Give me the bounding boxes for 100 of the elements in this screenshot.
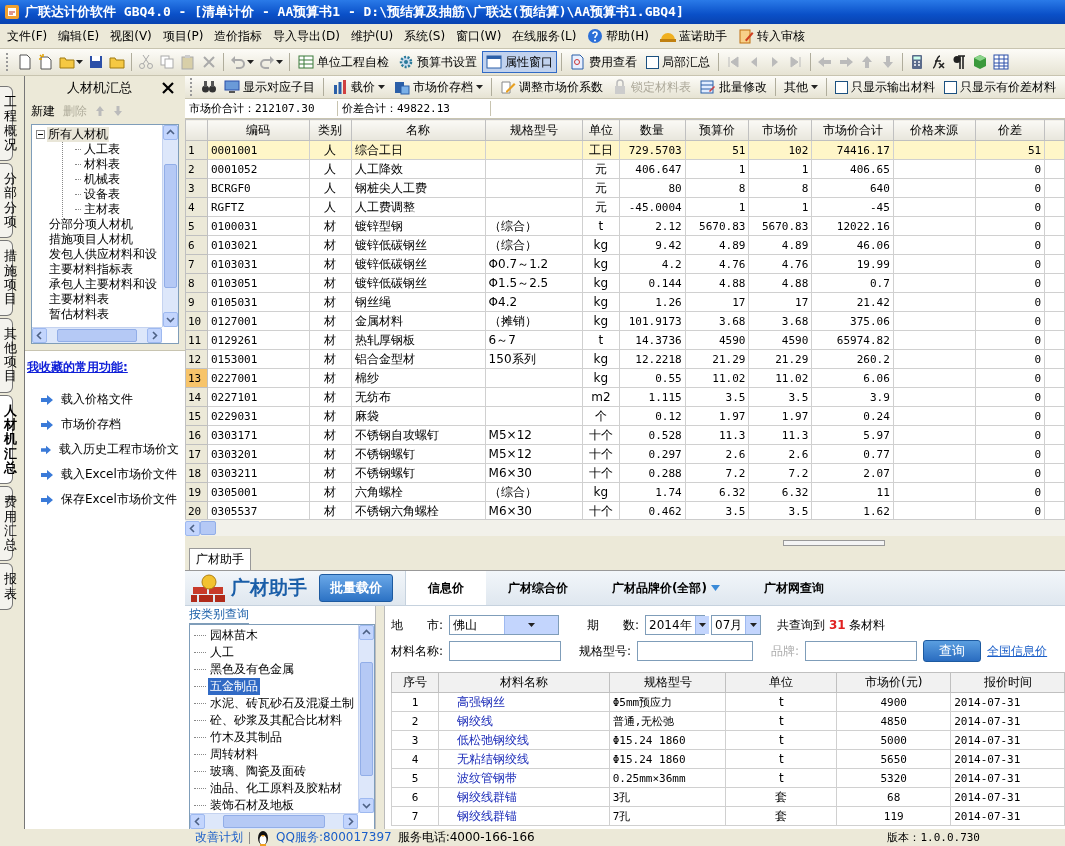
table-row[interactable]: 1 0001001 人 综合工日 工日 729.5703 51 102 74416.17 51 [185,140,1065,160]
scroll-up-icon[interactable] [166,128,175,137]
category-item[interactable]: 砼、砂浆及其配合比材料 [194,712,358,729]
menu-item[interactable]: 窗口(W) [451,25,507,47]
favorite-link[interactable]: 载入价格文件 [27,390,185,409]
improve-link[interactable]: 改善计划 [195,829,243,846]
toolbar-button[interactable]: 费用查看 [566,51,641,73]
toolbar-button[interactable]: 批量修改 [696,76,771,98]
table-row[interactable]: 7 0103031 材 镀锌低碳钢丝 Φ0.7～1.2 kg 4.2 4.76 4.76 19.99 0 [185,254,1065,274]
menu-item[interactable]: 导入导出(D) [268,25,345,47]
page-icon[interactable] [17,54,33,70]
tree-item[interactable]: 主要材料指标表 [48,262,134,277]
tab[interactable]: 广材品牌价(全部) [590,571,742,605]
tree-item[interactable]: 设备表 [83,187,121,202]
category-item[interactable]: 装饰石材及地板 [194,797,358,813]
scroll-down-icon[interactable] [166,315,175,324]
category-item[interactable]: 玻璃、陶瓷及面砖 [194,763,358,780]
folder-icon[interactable] [109,54,125,70]
checkbox[interactable]: 局部汇总 [642,51,714,73]
caret-icon[interactable] [749,623,757,627]
column-header[interactable]: 单位 [725,672,837,693]
menu-item[interactable]: 编辑(E) [53,25,105,47]
up-icon[interactable] [95,105,105,117]
caret-icon[interactable] [378,85,385,89]
caret-icon[interactable] [476,85,483,89]
down-icon[interactable] [113,105,123,117]
scrollbar-thumb[interactable] [57,329,137,342]
favorite-link[interactable]: 载入历史工程市场价文 [27,440,185,459]
tree-item[interactable]: 材料表 [83,157,121,172]
tree-item[interactable]: 主要材料表 [48,292,110,307]
menu-item[interactable]: 维护(U) [346,25,399,47]
favorite-link[interactable]: 保存Excel市场价文件 [27,490,185,509]
search-button[interactable]: 查询 [923,640,982,662]
column-header[interactable]: 市场价(元) [836,672,951,693]
checkbox[interactable]: 只显示输出材料 [831,76,939,98]
column-header[interactable]: 数量 [619,119,686,141]
caret-icon[interactable] [76,60,83,64]
scissors-icon[interactable] [138,54,154,70]
scrollbar-thumb[interactable] [360,661,373,777]
caret-icon[interactable] [247,60,254,64]
column-header[interactable]: 类别 [309,119,352,141]
toolbar-button[interactable]: 显示对应子目 [220,76,319,98]
table-row[interactable]: 12 0153001 材 铝合金型材 150系列 kg 12.2218 21.29 21.29 260.2 0 [185,349,1065,369]
scrollbar[interactable] [358,625,374,813]
material-link[interactable]: 钢绞线 [438,711,610,731]
scroll-left-icon[interactable] [35,331,44,340]
column-header[interactable]: 预算价 [685,119,749,141]
menu-item[interactable]: 造价指标 [209,25,268,47]
material-name-field[interactable] [449,641,562,661]
spec-field[interactable] [637,641,754,661]
scrollbar-thumb[interactable] [164,164,177,288]
menu-item[interactable]: 蓝诺助手 [654,25,732,47]
favorite-link[interactable]: 载入Excel市场价文件 [27,465,185,484]
table-icon[interactable] [993,54,1009,70]
menu-item[interactable]: 转入审核 [732,25,810,47]
material-link[interactable]: 钢绞线群锚 [438,806,610,826]
scrollbar-thumb[interactable] [200,521,216,535]
caret-icon[interactable] [276,60,283,64]
toolbar-button[interactable]: 属性窗口 [482,51,557,73]
category-item[interactable]: 五金制品 [194,678,358,695]
calculator-icon[interactable] [909,54,925,70]
table-row[interactable]: 8 0103051 材 镀锌低碳钢丝 Φ1.5～2.5 kg 0.144 4.88 4.88 0.7 0 [185,273,1065,293]
newpage-icon[interactable] [38,54,54,70]
table-row[interactable]: 3 BCRGF0 人 钢桩尖人工费 元 80 8 8 640 0 [185,178,1065,198]
scrollbar[interactable] [162,125,178,327]
favorite-link[interactable]: 市场价存档 [27,415,185,434]
tab[interactable]: 信息价 [406,571,486,605]
toolbar-button[interactable]: 预算书设置 [394,51,481,73]
column-header[interactable]: 规格型号 [485,119,583,141]
material-link[interactable]: 钢绞线群锚 [438,787,610,807]
tab[interactable]: 广材网查询 [741,571,846,605]
toolbar-button[interactable]: 调整市场价系数 [496,76,607,98]
tree-item[interactable]: 机械表 [83,172,121,187]
last-icon[interactable] [788,54,804,70]
tree-item[interactable]: 分部分项人材机 [48,217,134,232]
category-item[interactable]: 周转材料 [194,746,358,763]
tree-item[interactable]: 暂估材料表 [48,307,110,322]
up-icon[interactable] [859,54,875,70]
caret-icon[interactable] [698,623,706,627]
column-header[interactable]: 材料名称 [438,672,610,693]
checkbox[interactable]: 只显示有价差材料 [940,76,1060,98]
category-item[interactable]: 油品、化工原料及胶粘材 [194,780,358,797]
dropdown-button[interactable]: 载价 [328,76,389,98]
national-price-link[interactable]: 全国信息价 [987,642,1048,660]
paragraph-icon[interactable] [951,54,967,70]
toolbar-button[interactable]: 单位工程自检 [294,51,393,73]
tree-item[interactable]: 发包人供应材料和设 [48,247,158,262]
table-row[interactable]: 14 0227101 材 无纺布 m2 1.115 3.5 3.5 3.9 0 [185,387,1065,407]
scroll-right-icon[interactable] [150,331,159,340]
panel-tab[interactable]: 广材助手 [189,548,251,570]
column-header[interactable]: 报价时间 [950,672,1065,693]
scrollbar[interactable] [190,813,358,829]
binoculars-icon[interactable] [201,79,217,95]
menu-item[interactable]: 帮助(H) [582,25,654,47]
month-dropdown[interactable]: 07月 [711,615,762,635]
tab[interactable]: 广材综合价 [486,571,590,605]
cross-icon[interactable] [201,54,217,70]
table-row[interactable]: 2 0001052 人 人工降效 元 406.647 1 1 406.65 0 [185,159,1065,179]
left-icon[interactable] [817,54,833,70]
paste-icon[interactable] [180,54,196,70]
